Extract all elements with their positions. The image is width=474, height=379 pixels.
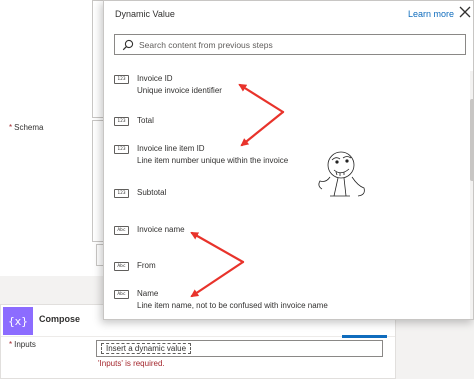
learn-more-link[interactable]: Learn more [408,9,454,19]
text-type-icon: Abc [114,290,129,299]
search-box[interactable] [114,34,466,55]
inputs-label: * Inputs [9,340,36,349]
search-input[interactable] [139,37,459,52]
number-type-icon: 123 [114,145,129,154]
compose-title: Compose [39,314,81,324]
dynamic-item-total[interactable]: 123 Total [104,106,464,142]
text-type-icon: Abc [114,226,129,235]
dynamic-item-name: Invoice line item ID [137,144,205,153]
inputs-error-message: 'Inputs' is required. [98,359,165,368]
dynamic-item-name: Name [137,289,159,298]
dynamic-item-name: Subtotal [137,188,167,197]
dynamic-item-subtotal[interactable]: 123 Subtotal [104,178,464,214]
inputs-field[interactable]: Insert a dynamic value [96,340,383,357]
dynamic-item-invoice-id[interactable]: 123 Invoice ID Unique invoice identifier [104,71,464,107]
search-icon [122,39,134,51]
number-type-icon: 123 [114,189,129,198]
scrollbar[interactable] [470,71,473,319]
number-type-icon: 123 [114,75,129,84]
dynamic-item-name[interactable]: Abc Name Line item name, not to be confuse… [104,286,464,319]
dynamic-item-from[interactable]: Abc From [104,251,464,287]
dynamic-item-name: From [137,261,156,270]
dynamic-item-name: Total [137,116,154,125]
dynamic-item-description: Line item name, not to be confused with … [137,301,328,310]
number-type-icon: 123 [114,117,129,126]
flyout-title: Dynamic Value [115,9,175,19]
scrollbar-thumb[interactable] [470,99,473,181]
close-icon[interactable] [457,4,473,20]
inputs-placeholder[interactable]: Insert a dynamic value [101,343,192,354]
dynamic-item-invoice-name[interactable]: Abc Invoice name [104,215,464,251]
dynamic-item-description: Unique invoice identifier [137,86,222,95]
schema-label: * Schema [9,123,44,132]
compose-icon: {x} [3,307,33,335]
dynamic-item-name: Invoice ID [137,74,173,83]
text-type-icon: Abc [114,262,129,271]
compose-header-accent [342,335,387,338]
dynamic-item-name: Invoice name [137,225,185,234]
dynamic-item-description: Line item number unique within the invoi… [137,156,289,165]
dynamic-value-flyout: Dynamic Value Learn more 123 Invoice ID Un… [103,0,474,320]
screen: * Schema {x} Compose * Inputs Insert a dyn… [0,0,474,379]
dynamic-item-invoice-line-item-id[interactable]: 123 Invoice line item ID Line item number … [104,141,464,177]
